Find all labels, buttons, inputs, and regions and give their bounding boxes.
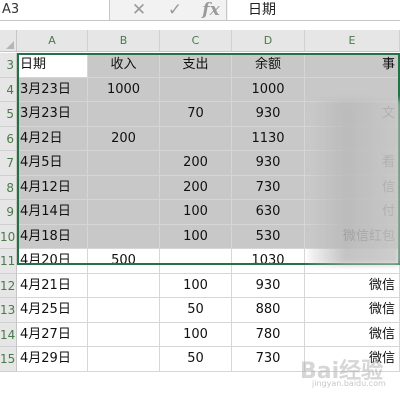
column-header-b[interactable]: B [88,30,160,52]
table-cell[interactable]: 880 [232,298,305,323]
table-cell[interactable] [88,200,160,225]
table-cell[interactable]: 930 [232,151,305,176]
header-cell[interactable]: 事 [305,53,400,78]
table-cell[interactable]: 200 [160,151,232,176]
cancel-icon[interactable]: ✕ [127,0,151,20]
row-header[interactable]: 15 [0,347,17,372]
table-cell[interactable]: 4月25日 [17,298,88,323]
table-cell[interactable]: 500 [88,249,160,274]
row-header[interactable]: 4 [0,77,17,102]
table-cell[interactable]: 780 [232,322,305,347]
table-cell[interactable]: 4月12日 [17,175,88,200]
row-header[interactable]: 8 [0,175,17,200]
header-cell[interactable]: 余额 [232,53,305,78]
table-cell[interactable] [305,249,400,274]
table-cell[interactable]: 50 [160,347,232,372]
table-cell[interactable]: 100 [160,273,232,298]
row-header[interactable]: 14 [0,322,17,347]
table-cell[interactable]: 1030 [232,249,305,274]
table-cell[interactable]: 70 [160,102,232,127]
row-header[interactable]: 9 [0,200,17,225]
row-header[interactable]: 5 [0,102,17,127]
table-cell[interactable]: 4月14日 [17,200,88,225]
header-cell[interactable]: 日期 [17,53,88,78]
table-cell[interactable]: 4月18日 [17,224,88,249]
table-cell[interactable]: 530 [232,224,305,249]
table-cell[interactable]: 100 [160,224,232,249]
table-cell[interactable] [88,224,160,249]
header-cell[interactable]: 收入 [88,53,160,78]
table-cell[interactable]: 微信红包 [305,224,400,249]
spreadsheet-grid: A B C D E 3 日期 收入 支出 余额事 4 3月23日 1000 1000 5 3月23日 70 930… [0,30,400,400]
column-header-e[interactable]: E [305,30,400,52]
table-cell[interactable]: 付 [305,200,400,225]
formula-input[interactable]: 日期 [228,0,400,20]
table-cell[interactable]: 微信 [305,298,400,323]
table-cell[interactable]: 4月21日 [17,273,88,298]
table-cell[interactable]: 微信 [305,322,400,347]
check-icon[interactable]: ✓ [163,0,187,20]
table-cell[interactable]: 信 [305,175,400,200]
row-header[interactable]: 3 [0,53,17,78]
table-cell[interactable]: 4月27日 [17,322,88,347]
table-cell[interactable]: 文 [305,102,400,127]
table-cell[interactable] [305,77,400,102]
table-cell[interactable] [88,151,160,176]
select-all-corner[interactable] [0,30,17,52]
row-header[interactable]: 11 [0,249,17,274]
table-cell[interactable] [88,273,160,298]
fx-icon[interactable]: fx [199,0,223,20]
table-cell[interactable]: 1000 [88,77,160,102]
table-cell[interactable]: 100 [160,200,232,225]
table-cell[interactable] [160,249,232,274]
table-cell[interactable]: 1000 [232,77,305,102]
table-cell[interactable]: 1130 [232,126,305,151]
column-header-a[interactable]: A [17,30,88,52]
table-cell[interactable]: 4月5日 [17,151,88,176]
table-cell[interactable] [160,77,232,102]
table-cell[interactable]: 730 [232,175,305,200]
column-header-c[interactable]: C [160,30,232,52]
row-header[interactable]: 6 [0,126,17,151]
row-header[interactable]: 13 [0,298,17,323]
formula-bar: A3 ✕ ✓ fx 日期 [0,0,400,21]
table-cell[interactable]: 4月29日 [17,347,88,372]
table-cell[interactable]: 930 [232,273,305,298]
table-cell[interactable]: 4月2日 [17,126,88,151]
table-cell[interactable]: 200 [160,175,232,200]
row-header[interactable]: 12 [0,273,17,298]
formula-bar-divider [226,0,227,20]
table-cell[interactable]: 4月20日 [17,249,88,274]
table-cell[interactable]: 3月23日 [17,102,88,127]
column-header-d[interactable]: D [232,30,305,52]
table-cell[interactable] [88,102,160,127]
table-cell[interactable] [88,347,160,372]
table-cell[interactable]: 微信 [305,347,400,372]
table-cell[interactable]: 200 [88,126,160,151]
table-cell[interactable] [88,322,160,347]
table-cell[interactable] [88,175,160,200]
row-header[interactable]: 10 [0,224,17,249]
table-cell[interactable]: 看 [305,151,400,176]
header-cell[interactable]: 支出 [160,53,232,78]
table-cell[interactable] [160,126,232,151]
table-cell[interactable] [88,298,160,323]
name-box[interactable]: A3 [0,0,110,20]
table-cell[interactable]: 3月23日 [17,77,88,102]
table-cell[interactable] [305,126,400,151]
table-cell[interactable]: 730 [232,347,305,372]
row-header[interactable]: 7 [0,151,17,176]
select-all-triangle-icon [6,41,14,49]
table-cell[interactable]: 930 [232,102,305,127]
table-cell[interactable]: 100 [160,322,232,347]
table-cell[interactable]: 50 [160,298,232,323]
table-cell[interactable]: 630 [232,200,305,225]
table-cell[interactable]: 微信 [305,273,400,298]
